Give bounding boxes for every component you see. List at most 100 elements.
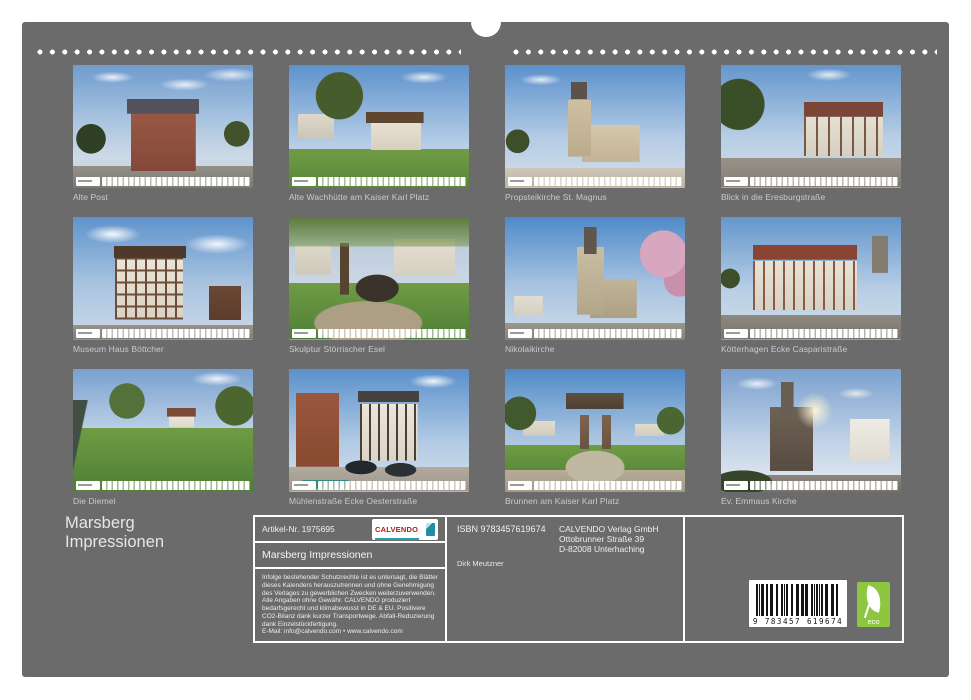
thumbnail-caption: Propsteikirche St. Magnus xyxy=(505,192,685,202)
calendar-day-cells xyxy=(534,177,682,186)
calendar-page-thumbnail: Alte Wachhütte am Kaiser Karl Platz xyxy=(289,65,469,217)
photo-muehlenstrasse xyxy=(289,369,469,492)
cover-title: Marsberg Impressionen xyxy=(65,514,164,552)
calvendo-logo-wordmark: CALVENDO xyxy=(375,519,423,540)
publisher-info-panel: Artikel-Nr. 1975695 CALVENDO Marsberg Im… xyxy=(253,515,904,643)
calendar-day-cells xyxy=(318,481,466,490)
calendar-month-cell xyxy=(724,329,748,338)
calendar-strip xyxy=(724,481,898,490)
calendar-strip xyxy=(724,329,898,338)
thumbnail-caption: Die Diemel xyxy=(73,496,253,506)
calvendo-logo-icon xyxy=(426,523,435,536)
thumbnail-grid: Alte Post Alte Wachhütte am Kaiser Karl … xyxy=(73,65,901,521)
calvendo-logo: CALVENDO xyxy=(372,519,438,540)
legal-text: Infolge bestehender Schutzrechte ist es … xyxy=(262,574,438,627)
info-column-barcode: 9 783457 619674 eco xyxy=(685,517,902,641)
calendar-page-thumbnail: Kötterhagen Ecke Casparistraße xyxy=(721,217,901,369)
thumbnail-caption: Mühlenstraße Ecke Oesterstraße xyxy=(289,496,469,506)
publisher-line1: CALVENDO Verlag GmbH xyxy=(559,524,659,534)
publisher-address: CALVENDO Verlag GmbH Ottobrunner Straße … xyxy=(559,524,659,554)
info-column-product: Artikel-Nr. 1975695 CALVENDO Marsberg Im… xyxy=(255,517,447,641)
calendar-page-thumbnail: Alte Post xyxy=(73,65,253,217)
thumbnail-caption: Nikolaikirche xyxy=(505,344,685,354)
calendar-strip xyxy=(76,481,250,490)
calendar-month-cell xyxy=(724,481,748,490)
publisher-line3: D-82008 Unterhaching xyxy=(559,544,659,554)
calendar-month-cell xyxy=(76,177,100,186)
photo-skulptur-esel xyxy=(289,217,469,340)
calendar-month-cell xyxy=(508,177,532,186)
calendar-title-cell: Marsberg Impressionen xyxy=(255,543,445,569)
photo-koetterhagen xyxy=(721,217,901,340)
calendar-month-cell xyxy=(508,481,532,490)
author-name: Dirk Meutzner xyxy=(457,559,504,568)
thumbnail-caption: Kötterhagen Ecke Casparistraße xyxy=(721,344,901,354)
calendar-page-thumbnail: Nikolaikirche xyxy=(505,217,685,369)
calendar-page-thumbnail: Blick in die Eresburgstraße xyxy=(721,65,901,217)
calendar-day-cells xyxy=(750,329,898,338)
thumbnail-caption: Ev. Emmaus Kirche xyxy=(721,496,901,506)
thumbnail-caption: Alte Post xyxy=(73,192,253,202)
thumbnail-caption: Brunnen am Kaiser Karl Platz xyxy=(505,496,685,506)
calendar-day-cells xyxy=(750,481,898,490)
calendar-day-cells xyxy=(534,329,682,338)
calendar-strip xyxy=(76,329,250,338)
info-column-isbn: ISBN 9783457619674 CALVENDO Verlag GmbH … xyxy=(447,517,685,641)
calendar-strip xyxy=(76,177,250,186)
photo-alte-post xyxy=(73,65,253,188)
punch-holes-left xyxy=(34,47,461,57)
calvendo-logo-text: CALVENDO xyxy=(375,525,418,534)
calendar-month-cell xyxy=(76,329,100,338)
calendar-strip xyxy=(292,329,466,338)
calendar-strip xyxy=(508,481,682,490)
isbn-text: ISBN 9783457619674 xyxy=(457,524,546,534)
contact-line: E-Mail: info@calvendo.com • www.calvendo… xyxy=(262,628,438,636)
legal-text-cell: Infolge bestehender Schutzrechte ist es … xyxy=(255,569,445,641)
thumbnail-caption: Museum Haus Böttcher xyxy=(73,344,253,354)
calendar-month-cell xyxy=(508,329,532,338)
calendar-back-cover-scan: Alte Post Alte Wachhütte am Kaiser Karl … xyxy=(0,0,971,700)
calendar-month-cell xyxy=(724,177,748,186)
publisher-line2: Ottobrunner Straße 39 xyxy=(559,534,659,544)
calendar-page-thumbnail: Die Diemel xyxy=(73,369,253,521)
calendar-strip xyxy=(508,329,682,338)
calendar-page-thumbnail: Brunnen am Kaiser Karl Platz xyxy=(505,369,685,521)
calendar-month-cell xyxy=(76,481,100,490)
photo-museum-haus-boettcher xyxy=(73,217,253,340)
article-number: Artikel-Nr. 1975695 xyxy=(262,524,335,534)
cover-card: Alte Post Alte Wachhütte am Kaiser Karl … xyxy=(22,22,949,677)
thumbnail-caption: Alte Wachhütte am Kaiser Karl Platz xyxy=(289,192,469,202)
barcode-bars xyxy=(756,584,840,616)
calendar-day-cells xyxy=(534,481,682,490)
calendar-month-cell xyxy=(292,481,316,490)
calendar-day-cells xyxy=(318,329,466,338)
hanging-notch xyxy=(471,22,501,37)
article-number-cell: Artikel-Nr. 1975695 CALVENDO xyxy=(255,517,445,543)
calendar-day-cells xyxy=(318,177,466,186)
eco-label: eco xyxy=(857,617,890,626)
photo-brunnen xyxy=(505,369,685,492)
cover-title-line1: Marsberg xyxy=(65,514,164,533)
photo-propsteikirche xyxy=(505,65,685,188)
photo-eresburgstrasse xyxy=(721,65,901,188)
calendar-page-thumbnail: Propsteikirche St. Magnus xyxy=(505,65,685,217)
calendar-month-cell xyxy=(292,329,316,338)
calendar-strip xyxy=(508,177,682,186)
calendar-page-thumbnail: Ev. Emmaus Kirche xyxy=(721,369,901,521)
thumbnail-caption: Skulptur Störrischer Esel xyxy=(289,344,469,354)
photo-die-diemel xyxy=(73,369,253,492)
calendar-day-cells xyxy=(750,177,898,186)
calendar-strip xyxy=(292,481,466,490)
calendar-day-cells xyxy=(102,177,250,186)
thumbnail-caption: Blick in die Eresburgstraße xyxy=(721,192,901,202)
eco-logo: eco xyxy=(857,582,890,627)
photo-wachhuette xyxy=(289,65,469,188)
calendar-day-cells xyxy=(102,329,250,338)
ean-barcode: 9 783457 619674 xyxy=(749,580,847,627)
calendar-title: Marsberg Impressionen xyxy=(262,549,372,561)
barcode-number: 9 783457 619674 xyxy=(749,617,847,626)
calendar-page-thumbnail: Skulptur Störrischer Esel xyxy=(289,217,469,369)
leaf-stem xyxy=(864,604,870,618)
calendar-month-cell xyxy=(292,177,316,186)
calendar-strip xyxy=(292,177,466,186)
